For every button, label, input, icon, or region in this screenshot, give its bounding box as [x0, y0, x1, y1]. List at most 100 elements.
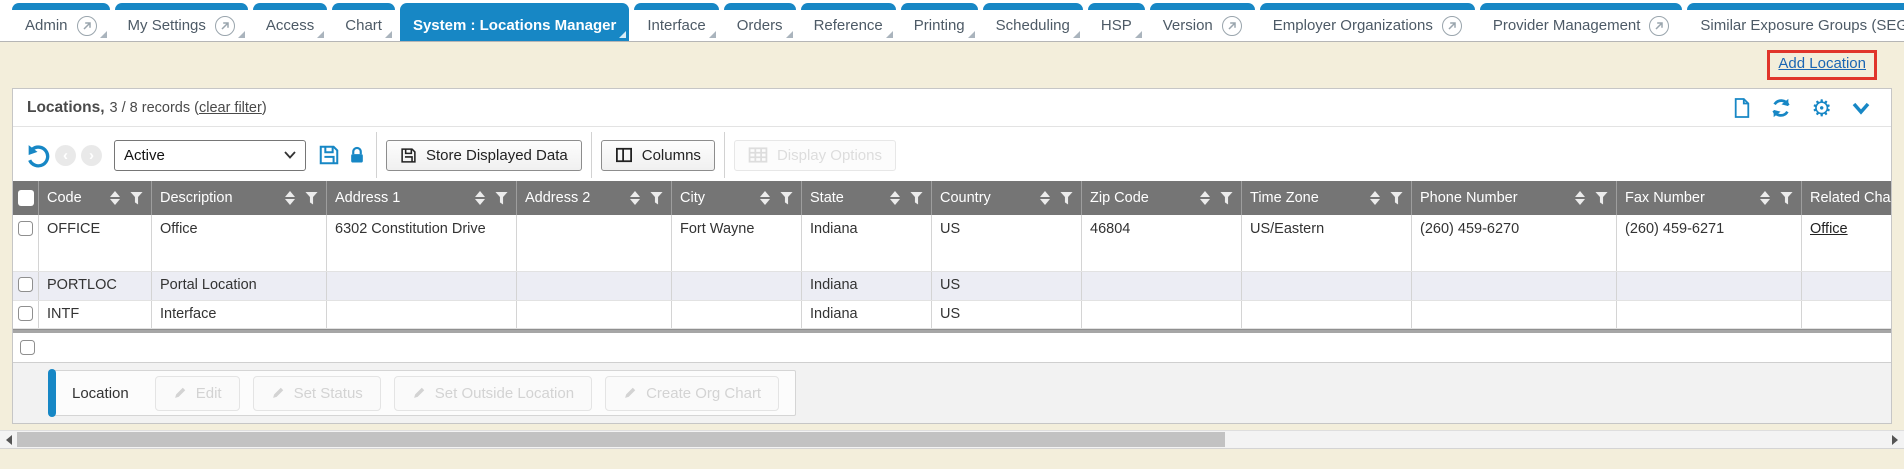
lock-icon[interactable]: [347, 144, 367, 166]
tab-chart[interactable]: Chart: [332, 3, 395, 41]
tab-label: Similar Exposure Groups (SEGs): [1700, 17, 1904, 34]
sort-icon[interactable]: [1200, 191, 1210, 205]
tab-interface[interactable]: Interface: [634, 3, 718, 41]
store-displayed-data-button[interactable]: Store Displayed Data: [386, 140, 582, 171]
table-row[interactable]: OFFICE Office 6302 Constitution Drive Fo…: [13, 215, 1891, 272]
header-label: Description: [160, 190, 233, 206]
tab-label: Admin: [25, 17, 68, 34]
tab-system-locations-manager[interactable]: System : Locations Manager: [400, 3, 629, 41]
horizontal-scrollbar[interactable]: [0, 430, 1904, 449]
new-document-icon[interactable]: [1733, 97, 1751, 119]
sort-icon[interactable]: [890, 191, 900, 205]
tab-provider-management[interactable]: Provider Management: [1480, 3, 1683, 41]
header-time-zone: Time Zone: [1242, 181, 1412, 215]
tab-scheduling[interactable]: Scheduling: [983, 3, 1083, 41]
sort-icon[interactable]: [110, 191, 120, 205]
header-description: Description: [152, 181, 327, 215]
columns-button[interactable]: Columns: [601, 140, 715, 171]
tab-admin[interactable]: Admin: [12, 3, 110, 41]
filter-icon[interactable]: [1220, 192, 1233, 205]
floppy-icon: [400, 147, 417, 164]
cell-phone-number: [1412, 272, 1617, 300]
chevron-down-icon[interactable]: [1851, 101, 1871, 115]
scroll-right-arrow[interactable]: [1886, 431, 1903, 448]
blue-accent-bar: [48, 369, 56, 417]
tab-label: Access: [266, 17, 314, 34]
filter-icon[interactable]: [130, 192, 143, 205]
filter-icon[interactable]: [305, 192, 318, 205]
tab-printing[interactable]: Printing: [901, 3, 978, 41]
header-label: Fax Number: [1625, 190, 1705, 206]
table-row[interactable]: PORTLOC Portal Location Indiana US: [13, 272, 1891, 301]
filter-icon[interactable]: [1780, 192, 1793, 205]
scroll-left-arrow[interactable]: [0, 431, 17, 448]
scrollbar-thumb[interactable]: [17, 432, 1225, 447]
filter-icon[interactable]: [780, 192, 793, 205]
tab-reference[interactable]: Reference: [801, 3, 896, 41]
tab-label: HSP: [1101, 17, 1132, 34]
set-outside-location-label: Set Outside Location: [435, 385, 574, 402]
action-group-label: Location: [72, 385, 129, 402]
tab-version[interactable]: Version: [1150, 3, 1255, 41]
cell-time-zone: US/Eastern: [1242, 215, 1412, 271]
sort-icon[interactable]: [1370, 191, 1380, 205]
row-checkbox[interactable]: [18, 221, 33, 236]
external-link-icon: [1649, 16, 1669, 36]
header-label: Address 2: [525, 190, 590, 206]
undo-icon[interactable]: [25, 143, 50, 168]
row-checkbox[interactable]: [18, 306, 33, 321]
sort-icon[interactable]: [630, 191, 640, 205]
sort-icon[interactable]: [1760, 191, 1770, 205]
clear-filter-link[interactable]: clear filter: [199, 100, 262, 116]
previous-page-icon[interactable]: ‹: [55, 145, 76, 166]
cell-fax-number: [1617, 301, 1802, 328]
tab-employer-organizations[interactable]: Employer Organizations: [1260, 3, 1475, 41]
external-link-icon: [77, 16, 97, 36]
header-label: Time Zone: [1250, 190, 1319, 206]
toolbar-divider: [591, 132, 592, 178]
refresh-icon[interactable]: [1770, 97, 1792, 119]
cell-address2: [517, 301, 672, 328]
records-text: 3 / 8 records (: [110, 100, 199, 116]
tab-orders[interactable]: Orders: [724, 3, 796, 41]
next-page-icon[interactable]: ›: [81, 145, 102, 166]
header-label: Address 1: [335, 190, 400, 206]
cell-description: Interface: [152, 301, 327, 328]
select-all-checkbox[interactable]: [18, 190, 34, 206]
cell-address1: [327, 301, 517, 328]
edit-button: Edit: [155, 376, 240, 411]
table-row[interactable]: INTF Interface Indiana US: [13, 301, 1891, 329]
sort-icon[interactable]: [1040, 191, 1050, 205]
tab-label: Interface: [647, 17, 705, 34]
pencil-icon: [412, 386, 426, 400]
tab-hsp[interactable]: HSP: [1088, 3, 1145, 41]
row-checkbox[interactable]: [18, 277, 33, 292]
sort-icon[interactable]: [475, 191, 485, 205]
filter-icon[interactable]: [1390, 192, 1403, 205]
gear-icon[interactable]: ⚙: [1811, 98, 1832, 118]
save-filter-icon[interactable]: [318, 144, 340, 166]
footer-select-all-checkbox[interactable]: [20, 340, 35, 355]
add-location-link[interactable]: Add Location: [1778, 55, 1866, 72]
cell-related-chart: Office: [1802, 215, 1891, 271]
tab-similar-exposure-groups[interactable]: Similar Exposure Groups (SEGs): [1687, 3, 1904, 41]
status-filter-select[interactable]: Active: [114, 140, 306, 171]
sort-icon[interactable]: [285, 191, 295, 205]
sort-icon[interactable]: [760, 191, 770, 205]
tab-access[interactable]: Access: [253, 3, 327, 41]
sort-icon[interactable]: [1575, 191, 1585, 205]
locations-table: Code Description Address 1 Address 2 Cit…: [13, 181, 1891, 329]
cell-fax-number: [1617, 272, 1802, 300]
cell-related-chart: [1802, 272, 1891, 300]
related-chart-link[interactable]: Office: [1810, 221, 1848, 237]
cell-country: US: [932, 215, 1082, 271]
filter-icon[interactable]: [1060, 192, 1073, 205]
panel-header: Locations, 3 / 8 records (clear filter) …: [13, 89, 1891, 127]
filter-icon[interactable]: [495, 192, 508, 205]
cell-state: Indiana: [802, 215, 932, 271]
filter-icon[interactable]: [650, 192, 663, 205]
cell-description: Portal Location: [152, 272, 327, 300]
filter-icon[interactable]: [1595, 192, 1608, 205]
tab-my-settings[interactable]: My Settings: [115, 3, 248, 41]
filter-icon[interactable]: [910, 192, 923, 205]
